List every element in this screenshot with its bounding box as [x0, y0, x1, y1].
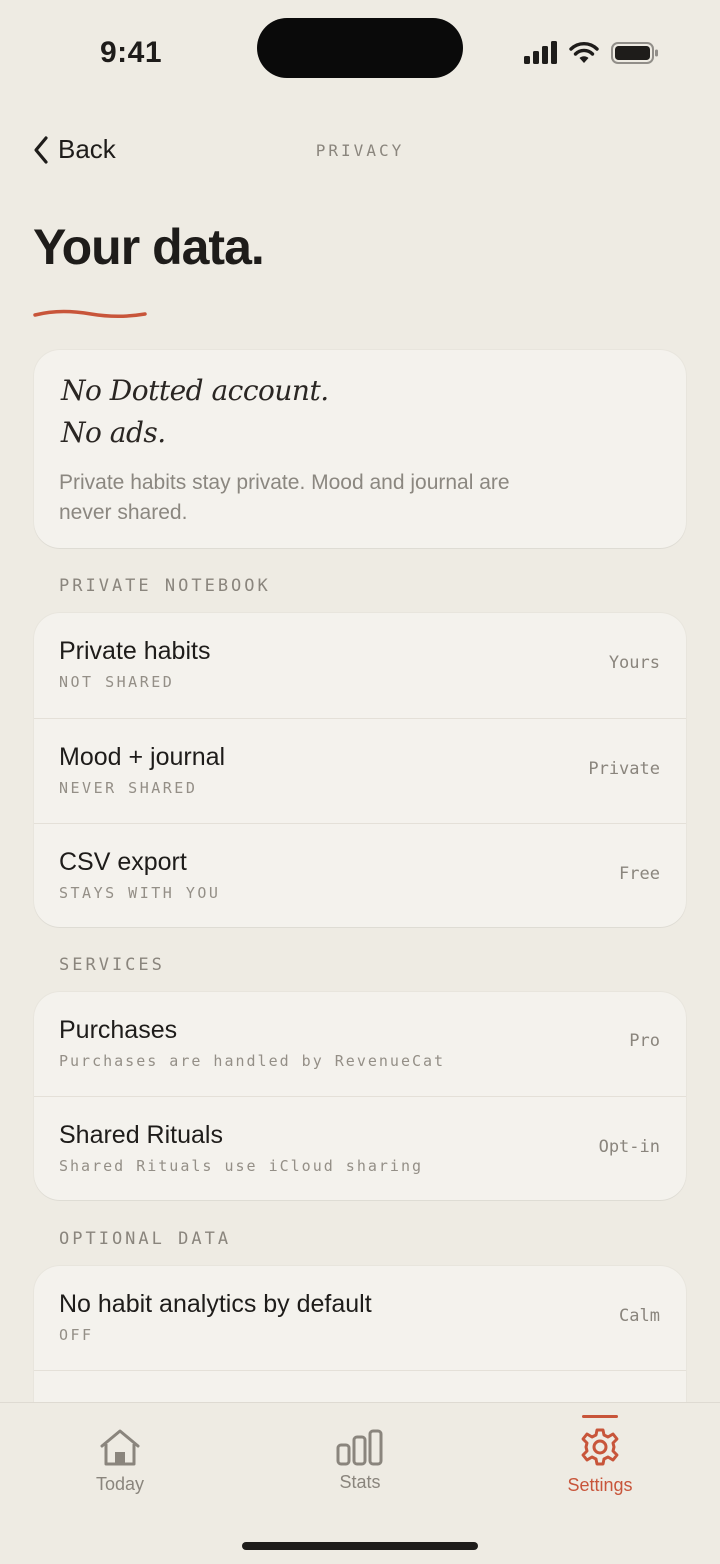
row-title: Mood + journal — [59, 743, 226, 771]
row-value: Private — [588, 759, 660, 779]
row-title: Shared Rituals — [59, 1121, 223, 1149]
tab-label: Today — [95, 1474, 145, 1494]
row-title: CSV export — [59, 848, 187, 876]
row-value: Free — [619, 864, 660, 884]
battery-icon — [611, 42, 658, 64]
row-subtitle: Shared Rituals use iCloud sharing — [59, 1157, 424, 1175]
row-value: Calm — [619, 1306, 660, 1326]
dynamic-island — [257, 18, 463, 78]
intro-body: Private habits stay private. Mood and jo… — [59, 471, 510, 524]
tab-stats[interactable]: Stats — [240, 1403, 480, 1513]
gear-icon — [581, 1428, 619, 1466]
intro-line-ads: No ads. — [61, 416, 166, 449]
cellular-signal-icon — [524, 41, 557, 64]
home-icon — [100, 1429, 140, 1466]
row-title: Private habits — [59, 637, 211, 665]
section-label-private-notebook: PRIVATE NOTEBOOK — [59, 576, 271, 596]
services-card: Purchases Purchases are handled by Reven… — [34, 992, 686, 1200]
row-subtitle: OFF — [59, 1326, 94, 1344]
section-label-optional-data: OPTIONAL DATA — [59, 1229, 232, 1249]
row-value: Pro — [629, 1031, 660, 1051]
status-time: 9:41 — [100, 36, 163, 69]
intro-line-account: No Dotted account. — [61, 374, 329, 407]
row-title: Purchases — [59, 1016, 178, 1044]
row-subtitle: STAYS WITH YOU — [59, 884, 221, 902]
row-habit-analytics[interactable]: No habit analytics by default OFF Calm — [34, 1266, 686, 1371]
row-purchases[interactable]: Purchases Purchases are handled by Reven… — [34, 992, 686, 1097]
row-subtitle: NEVER SHARED — [59, 779, 198, 797]
tab-today[interactable]: Today — [0, 1403, 240, 1513]
row-subtitle: Purchases are handled by RevenueCat — [59, 1052, 446, 1070]
row-value: Opt-in — [598, 1137, 660, 1157]
active-tab-indicator — [582, 1415, 618, 1418]
nav-title: PRIVACY — [315, 141, 405, 160]
page-title: Your data. — [33, 219, 265, 275]
row-title: No habit analytics by default — [59, 1290, 372, 1318]
row-csv-export[interactable]: CSV export STAYS WITH YOU Free — [34, 823, 686, 928]
intro-card: No Dotted account. No ads. Private habit… — [34, 350, 686, 548]
row-subtitle: NOT SHARED — [59, 673, 175, 691]
private-notebook-card: Private habits NOT SHARED Yours Mood + j… — [34, 613, 686, 927]
tab-bar: Today Stats Settings — [0, 1402, 720, 1564]
row-mood-journal[interactable]: Mood + journal NEVER SHARED Private — [34, 718, 686, 823]
row-shared-rituals[interactable]: Shared Rituals Shared Rituals use iCloud… — [34, 1096, 686, 1201]
section-label-services: SERVICES — [59, 955, 165, 975]
tab-label: Stats — [339, 1472, 381, 1492]
status-icons — [523, 40, 659, 66]
stats-icon — [336, 1429, 383, 1466]
wifi-icon — [569, 42, 599, 63]
title-underline — [33, 309, 147, 318]
home-indicator — [242, 1542, 478, 1550]
tab-settings[interactable]: Settings — [480, 1403, 720, 1513]
row-value: Yours — [608, 653, 660, 673]
status-bar: 9:41 — [0, 0, 720, 100]
tab-label: Settings — [567, 1475, 633, 1495]
row-private-habits[interactable]: Private habits NOT SHARED Yours — [34, 613, 686, 718]
